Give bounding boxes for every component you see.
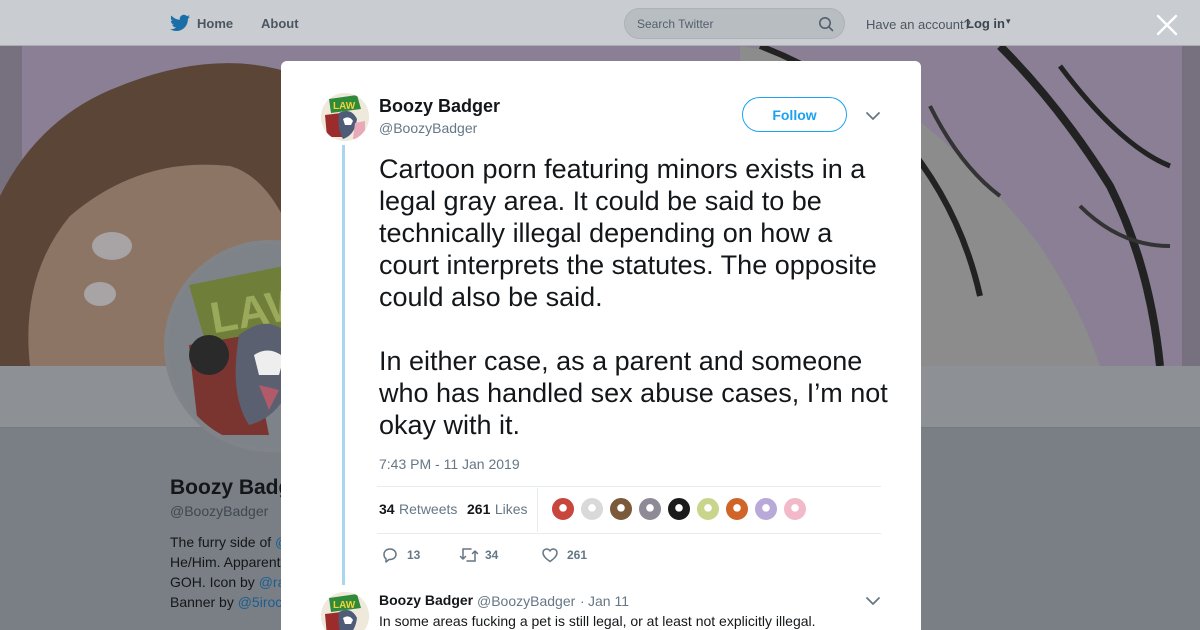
svg-text:LAW: LAW [333, 101, 356, 112]
bio-line: He/Him. Apparent [170, 554, 281, 570]
chevron-down-icon[interactable] [865, 110, 881, 122]
liker-avatar[interactable] [609, 497, 633, 521]
liker-avatar[interactable] [551, 497, 575, 521]
conversation-thread-line [342, 145, 345, 585]
follow-button[interactable]: Follow [742, 97, 847, 132]
liker-avatar[interactable] [783, 497, 807, 521]
bio-line: Banner by @5iroc [170, 594, 282, 610]
reply-author-handle[interactable]: @BoozyBadger [477, 593, 575, 609]
heart-icon [542, 548, 558, 563]
bio-text: GOH. Icon by [170, 574, 259, 590]
tweet-text-paragraph-1: Cartoon porn featuring minors exists in … [379, 154, 877, 312]
reply-count: 13 [407, 548, 421, 562]
tweet-timestamp[interactable]: 7:43 PM - 11 Jan 2019 [379, 456, 520, 472]
login-link[interactable]: Log in [966, 16, 1005, 31]
bio-text: He/Him. Apparent [170, 554, 281, 570]
svg-text:LAW: LAW [333, 600, 356, 611]
liker-avatar[interactable] [725, 497, 749, 521]
divider [377, 533, 881, 534]
bio-text: Banner by [170, 594, 238, 610]
reply-date[interactable]: Jan 11 [588, 593, 629, 609]
nav-about-link[interactable]: About [261, 16, 299, 31]
profile-handle[interactable]: @BoozyBadger [170, 503, 268, 519]
reply-author-avatar[interactable]: LAW [321, 592, 369, 630]
bio-line: The furry side of @ [170, 534, 289, 550]
tweet-text-paragraph-2: In either case, as a parent and someone … [379, 346, 888, 440]
likes-label: Likes [494, 501, 528, 517]
nav-home-link[interactable]: Home [197, 16, 233, 31]
retweets-stat[interactable]: 34 Retweets [379, 501, 457, 519]
liker-avatar[interactable] [696, 497, 720, 521]
retweets-count: 34 [379, 501, 395, 517]
caret-down-icon[interactable]: ▾ [1006, 16, 1011, 27]
tweet-author-name[interactable]: Boozy Badger [379, 96, 500, 117]
liker-avatar[interactable] [667, 497, 691, 521]
twitter-bird-icon[interactable] [170, 14, 190, 32]
likes-count: 261 [467, 501, 491, 517]
search-input[interactable] [637, 15, 807, 33]
account-prompt: Have an account? [866, 17, 971, 32]
retweet-icon [459, 548, 479, 562]
liker-avatar[interactable] [580, 497, 604, 521]
tweet-author-handle[interactable]: @BoozyBadger [379, 120, 477, 136]
chevron-down-icon[interactable] [865, 595, 881, 607]
reply-icon [383, 548, 397, 563]
bio-text: The furry side of [170, 534, 276, 550]
top-navigation: Home About Have an account? Log in ▾ [0, 0, 1200, 46]
reply-text: In some areas fucking a pet is still leg… [379, 613, 816, 629]
bio-line: GOH. Icon by @ra [170, 574, 285, 590]
retweet-count: 34 [485, 548, 499, 562]
search-box [624, 8, 845, 39]
liker-avatar[interactable] [754, 497, 778, 521]
divider [377, 486, 881, 487]
like-count: 261 [567, 548, 588, 562]
search-icon[interactable] [818, 16, 834, 32]
author-avatar[interactable]: LAW [321, 93, 369, 141]
bio-link[interactable]: @5iroc [238, 594, 283, 610]
liker-avatar[interactable] [638, 497, 662, 521]
tweet-permalink-modal: LAW Boozy Badger @BoozyBadger Follow Car… [281, 61, 921, 630]
reply-separator: · [580, 593, 585, 609]
close-icon[interactable] [1154, 12, 1180, 38]
reply-author-name[interactable]: Boozy Badger [379, 592, 473, 608]
retweets-label: Retweets [399, 501, 458, 517]
likes-stat[interactable]: 261 Likes [467, 501, 528, 519]
divider [537, 488, 538, 532]
